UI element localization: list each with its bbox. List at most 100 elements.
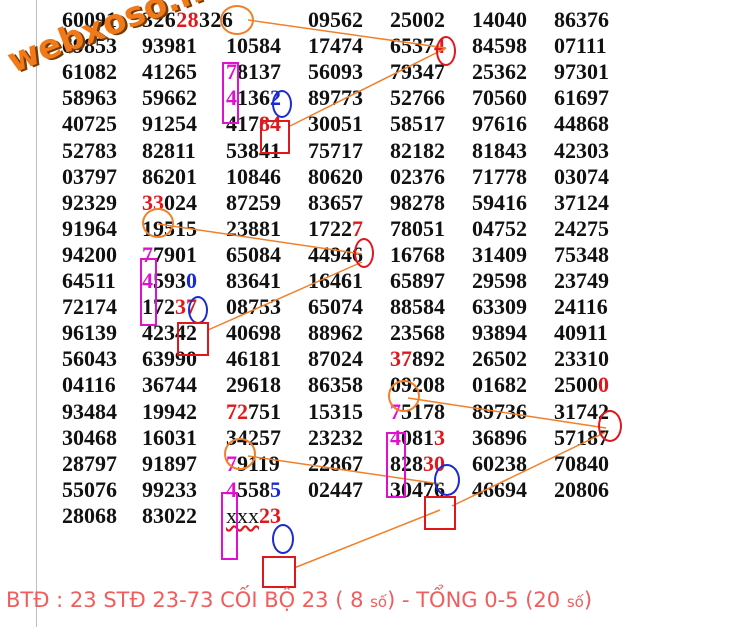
table-cell: 91897 <box>142 450 197 476</box>
highlight-oval <box>224 438 256 470</box>
table-cell: 41265 <box>142 59 197 85</box>
table-cell: 55076 <box>62 476 117 502</box>
table-cell: 71778 <box>472 163 527 189</box>
table-cell: 07111 <box>554 33 607 59</box>
table-cell: 93981 <box>142 33 197 59</box>
highlight-box <box>140 258 157 326</box>
table-cell: 29598 <box>472 268 527 293</box>
table-cell: 25000 <box>554 372 609 398</box>
table-cell: 09562 <box>308 7 363 32</box>
table-cell: 65074 <box>308 294 363 320</box>
table-cell: 93894 <box>472 320 527 346</box>
footer-part-1: BTĐ : 23 STĐ 23-73 CỐI BỘ 23 ( 8 <box>6 588 371 612</box>
table-cell: 70560 <box>472 85 527 111</box>
table-cell: 08753 <box>226 294 281 320</box>
table-cell: 88962 <box>308 320 363 346</box>
highlight-oval <box>436 36 456 66</box>
table-cell: 30468 <box>62 424 117 450</box>
footer-so-2: số <box>566 593 584 611</box>
highlight-oval <box>354 238 374 268</box>
table-cell: 92329 <box>62 189 117 215</box>
footer-part-3: ) <box>583 588 593 612</box>
table-cell: 30051 <box>308 111 363 137</box>
table-cell: 96139 <box>62 320 117 346</box>
table-cell: 97616 <box>472 111 527 137</box>
table-cell: 14040 <box>472 7 527 32</box>
table-cell: 23749 <box>554 268 609 293</box>
table-cell: 37124 <box>554 189 609 215</box>
table-cell: 87024 <box>308 346 363 372</box>
table-cell: 28797 <box>62 450 117 476</box>
table-cell: 17474 <box>308 33 363 59</box>
table-cell: 40725 <box>62 111 117 137</box>
table-cell: 56093 <box>308 59 363 85</box>
table-cell: 82182 <box>390 137 445 163</box>
table-cell: 02447 <box>308 476 363 502</box>
table-cell: 75348 <box>554 241 609 267</box>
table-cell: 40698 <box>226 320 281 346</box>
table-cell: 17227 <box>308 215 363 241</box>
highlight-oval <box>272 524 294 554</box>
table-cell: 64511 <box>62 268 116 293</box>
table-cell: 86358 <box>308 372 363 398</box>
table-cell: 36744 <box>142 372 197 398</box>
table-cell: 56043 <box>62 346 117 372</box>
table-cell: 97301 <box>554 59 609 85</box>
table-cell: 59662 <box>142 85 197 111</box>
highlight-oval <box>142 208 174 238</box>
highlight-oval <box>220 5 254 35</box>
table-cell: 40911 <box>554 320 608 346</box>
table-cell: 01682 <box>472 372 527 398</box>
table-cell: 60238 <box>472 450 527 476</box>
table-cell: 24116 <box>554 294 608 320</box>
table-cell: 23310 <box>554 346 609 372</box>
table-cell: 63309 <box>472 294 527 320</box>
table-cell: 58963 <box>62 85 117 111</box>
table-cell: 10846 <box>226 163 281 189</box>
table-cell: 93484 <box>62 398 117 424</box>
table-cell: 16768 <box>390 241 445 267</box>
table-cell: 24275 <box>554 215 609 241</box>
highlight-box <box>386 432 406 498</box>
right-margin <box>640 0 729 627</box>
table-cell: 89773 <box>308 85 363 111</box>
highlight-oval <box>188 296 208 324</box>
table-cell: 44868 <box>554 111 609 137</box>
table-cell: 65897 <box>390 268 445 293</box>
table-cell: 84598 <box>472 33 527 59</box>
table-cell: 70840 <box>554 450 609 476</box>
highlight-box <box>262 556 296 588</box>
table-cell: 15315 <box>308 398 363 424</box>
table-cell: 25362 <box>472 59 527 85</box>
table-cell: 10584 <box>226 33 281 59</box>
highlight-box <box>221 492 238 560</box>
table-cell: 31409 <box>472 241 527 267</box>
table-cell: 03797 <box>62 163 117 189</box>
table-cell: 16031 <box>142 424 197 450</box>
footer-part-2: ) - TỔNG 0-5 (20 <box>387 588 567 612</box>
highlight-oval <box>434 464 460 496</box>
table-cell: 91964 <box>62 215 117 241</box>
table-cell: 83641 <box>226 268 281 293</box>
table-cell: 83657 <box>308 189 363 215</box>
table-cell: 29618 <box>226 372 281 398</box>
table-cell: 86376 <box>554 7 609 32</box>
highlight-box <box>260 120 290 154</box>
table-cell: 22867 <box>308 450 363 476</box>
table-cell: 91254 <box>142 111 197 137</box>
highlight-box <box>424 496 456 530</box>
table-cell: 98278 <box>390 189 445 215</box>
highlight-oval <box>598 410 622 442</box>
table-cell: 03074 <box>554 163 609 189</box>
table-cell: 94200 <box>62 241 117 267</box>
table-cell: 88584 <box>390 294 445 320</box>
table-cell: 37892 <box>390 346 445 372</box>
table-cell: 42303 <box>554 137 609 163</box>
table-cell: 99233 <box>142 476 197 502</box>
table-cell: 59416 <box>472 189 527 215</box>
table-cell: 04116 <box>62 372 116 398</box>
highlight-box <box>222 62 239 124</box>
table-cell: 52783 <box>62 137 117 163</box>
footer-summary: BTĐ : 23 STĐ 23-73 CỐI BỘ 23 ( 8 số) - T… <box>6 588 592 612</box>
table-cell: 86201 <box>142 163 197 189</box>
